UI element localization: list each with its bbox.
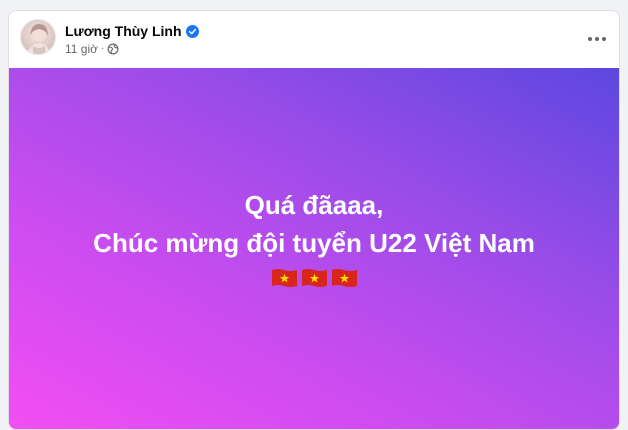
vietnam-flag-icon xyxy=(271,269,297,287)
more-dot xyxy=(595,37,599,41)
more-dot xyxy=(588,37,592,41)
author-name[interactable]: Lương Thùy Linh xyxy=(65,22,182,40)
more-options-icon[interactable] xyxy=(585,27,609,51)
verified-badge-icon xyxy=(185,24,199,38)
globe-icon[interactable] xyxy=(107,43,119,55)
author-name-row: Lương Thùy Linh xyxy=(65,22,199,40)
author-avatar[interactable] xyxy=(20,19,56,55)
post-text-line-2: Chúc mừng đội tuyển U22 Việt Nam xyxy=(93,228,535,258)
vietnam-flag-icon xyxy=(301,269,327,287)
post-text: Quá đãaaa, Chúc mừng đội tuyển U22 Việt … xyxy=(9,186,619,288)
post-time[interactable]: 11 giờ xyxy=(65,42,98,56)
post-header: Lương Thùy Linh 11 giờ · xyxy=(9,11,619,67)
meta-separator: · xyxy=(101,43,105,54)
post-text-line-1: Quá đãaaa, xyxy=(244,190,384,220)
avatar-image xyxy=(27,24,51,54)
more-dot xyxy=(602,37,606,41)
vietnam-flag-icon xyxy=(331,269,357,287)
post-card: Lương Thùy Linh 11 giờ · Quá đãaaa, Chúc… xyxy=(8,10,620,430)
emoji-row xyxy=(9,268,619,288)
post-meta: 11 giờ · xyxy=(65,42,119,56)
background-post: Quá đãaaa, Chúc mừng đội tuyển U22 Việt … xyxy=(9,68,619,429)
